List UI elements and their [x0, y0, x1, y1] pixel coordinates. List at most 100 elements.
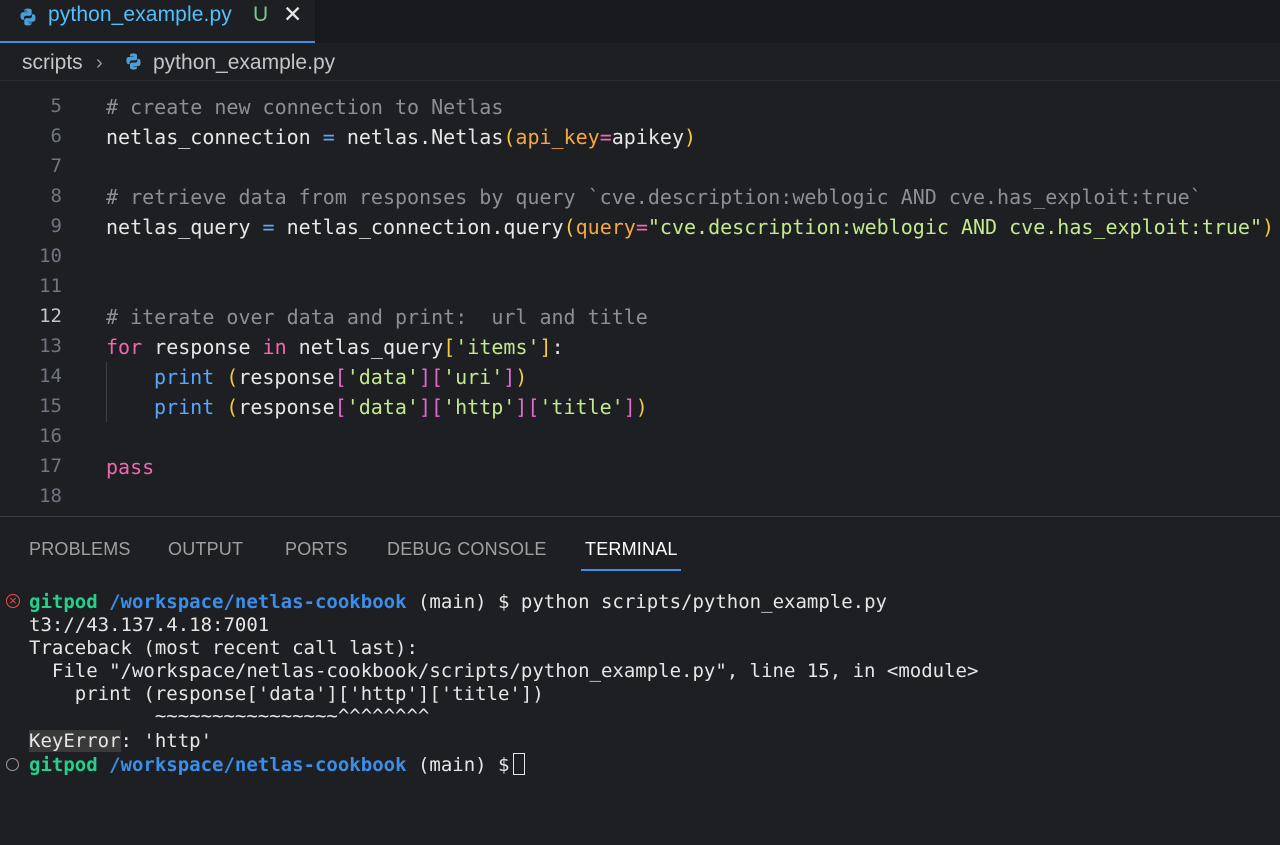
code-value: apikey: [611, 125, 685, 149]
prompt-user: gitpod: [29, 754, 98, 776]
code-op: =: [310, 125, 347, 149]
code-function: print: [154, 365, 215, 389]
terminal-line: File "/workspace/netlas-cookbook/scripts…: [0, 660, 1280, 683]
tab-debug-console[interactable]: DEBUG CONSOLE: [387, 539, 547, 560]
line-number: 10: [39, 245, 62, 267]
line-number: 6: [50, 125, 62, 147]
code-bracket: [: [430, 365, 444, 389]
terminal-output: KeyError: 'http': [29, 730, 212, 752]
close-icon[interactable]: ✕: [283, 1, 302, 28]
line-number: 5: [50, 95, 62, 117]
line-number: 12: [39, 305, 62, 327]
prompt-path: /workspace/netlas-cookbook: [109, 591, 407, 613]
code-call: netlas_connection.query: [286, 215, 564, 239]
circle-icon[interactable]: [6, 758, 19, 771]
code-paren: ): [1261, 215, 1275, 239]
code-line: 11: [0, 271, 1280, 301]
terminal-line: × gitpod /workspace/netlas-cookbook (mai…: [0, 591, 1280, 614]
code-paren: ): [684, 125, 697, 149]
python-icon: [20, 8, 36, 26]
terminal-line: print (response['data']['http']['title']…: [0, 683, 1280, 706]
code-paren: (: [226, 395, 239, 419]
code-keyword: for: [106, 335, 143, 359]
code-var: response: [238, 365, 335, 389]
untracked-badge: U: [253, 3, 269, 26]
prompt-path: /workspace/netlas-cookbook: [109, 754, 407, 776]
code-paren: (: [503, 125, 516, 149]
code-var: netlas_query: [106, 215, 251, 239]
terminal-line: ~~~~~~~~~~~~~~~~^^^^^^^^: [0, 705, 1280, 728]
tab-python-example[interactable]: python_example.py U ✕: [0, 0, 315, 43]
code-string: 'data': [346, 395, 419, 419]
tab-terminal[interactable]: TERMINAL: [585, 539, 678, 560]
tab-output[interactable]: OUTPUT: [168, 539, 243, 560]
code-call: netlas.Netlas: [346, 125, 504, 149]
code-editor[interactable]: 5 # create new connection to Netlas 6 ne…: [0, 82, 1280, 516]
indent-guide: [106, 362, 107, 422]
prompt-branch: (main) $: [406, 591, 521, 613]
code-op: =: [599, 125, 612, 149]
terminal-output: ~~~~~~~~~~~~~~~~^^^^^^^^: [29, 705, 430, 727]
terminal-output: File "/workspace/netlas-cookbook/scripts…: [29, 660, 979, 682]
breadcrumb: scripts › python_example.py: [0, 43, 1280, 81]
code-bracket: [: [334, 365, 347, 389]
line-number: 17: [39, 455, 62, 477]
code-text: print (response['data']['http']['title']…: [154, 395, 648, 419]
line-number: 11: [39, 275, 62, 297]
tab-title: python_example.py: [48, 3, 232, 26]
code-line: 17 pass: [0, 451, 1280, 481]
line-number: 7: [50, 155, 62, 177]
code-string: 'data': [346, 365, 419, 389]
code-line-active: 12 # iterate over data and print: url an…: [0, 301, 1280, 331]
code-line: 8 # retrieve data from responses by quer…: [0, 181, 1280, 211]
code-op: =: [635, 215, 648, 239]
terminal-prompt: gitpod /workspace/netlas-cookbook (main)…: [29, 753, 526, 776]
error-name: KeyError: [29, 730, 121, 752]
code-bracket: [: [430, 395, 444, 419]
code-param: query: [575, 215, 636, 239]
line-number: 14: [39, 365, 62, 387]
code-bracket: ]: [418, 365, 431, 389]
code-line: 14 print (response['data']['uri']): [0, 361, 1280, 391]
active-tab-indicator: [581, 569, 681, 571]
code-comment: # create new connection to Netlas: [106, 95, 504, 119]
code-string: 'title': [539, 395, 624, 419]
line-number: 13: [39, 335, 62, 357]
terminal-output: t3://43.137.4.18:7001: [29, 614, 270, 636]
terminal-output: print (response['data']['http']['title']…: [29, 683, 544, 705]
breadcrumb-folder[interactable]: scripts: [22, 51, 83, 75]
terminal-line: t3://43.137.4.18:7001: [0, 614, 1280, 637]
line-number: 15: [39, 395, 62, 417]
breadcrumb-file[interactable]: python_example.py: [153, 51, 335, 75]
code-text: netlas_connection = netlas.Netlas(api_ke…: [106, 125, 696, 149]
code-line: 7: [0, 151, 1280, 181]
code-line: 13 for response in netlas_query['items']…: [0, 331, 1280, 361]
code-bracket: ]: [418, 395, 431, 419]
code-line: 9 netlas_query = netlas_connection.query…: [0, 211, 1280, 241]
terminal-line: KeyError: 'http': [0, 730, 1280, 753]
code-bracket: ]: [623, 395, 636, 419]
code-line: 5 # create new connection to Netlas: [0, 91, 1280, 121]
error-message: : 'http': [120, 730, 213, 752]
code-string: "cve.description:weblogic AND cve.has_ex…: [647, 215, 1262, 239]
code-line: 15 print (response['data']['http']['titl…: [0, 391, 1280, 421]
tab-problems[interactable]: PROBLEMS: [29, 539, 131, 560]
code-var: response: [142, 335, 263, 359]
chevron-right-icon: ›: [96, 52, 103, 74]
line-number: 18: [39, 485, 62, 507]
code-line: 10: [0, 241, 1280, 271]
code-param: api_key: [515, 125, 600, 149]
line-number: 9: [50, 215, 62, 237]
terminal-output: Traceback (most recent call last):: [29, 637, 418, 659]
tab-ports[interactable]: PORTS: [285, 539, 348, 560]
code-keyword: in: [262, 335, 287, 359]
code-paren: ): [515, 365, 528, 389]
line-number: 16: [39, 425, 62, 447]
error-circle-icon[interactable]: ×: [6, 594, 20, 608]
code-text: netlas_query = netlas_connection.query(q…: [106, 215, 1274, 239]
terminal-cursor[interactable]: [513, 753, 526, 775]
code-var: netlas_connection: [106, 125, 311, 149]
code-comment: # iterate over data and print: url and t…: [106, 305, 648, 329]
